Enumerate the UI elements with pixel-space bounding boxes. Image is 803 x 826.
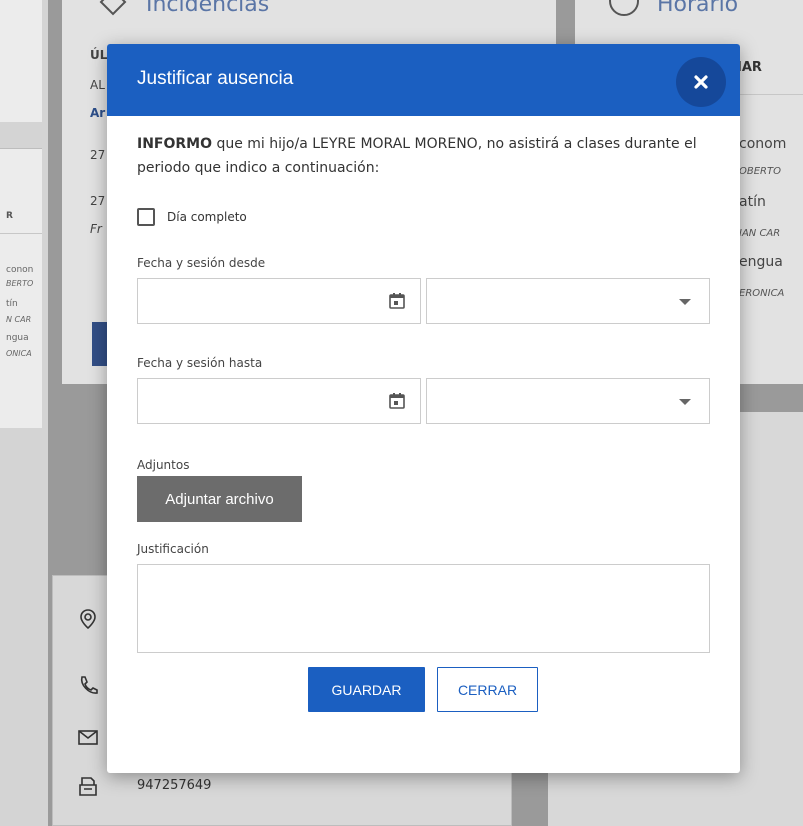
info-text: INFORMO que mi hijo/a LEYRE MORAL MORENO…	[137, 132, 697, 180]
left-schedule-item: tín	[6, 299, 18, 309]
left-schedule-panel: R conon BERTO tín N CAR ngua ONICA	[0, 148, 42, 428]
calendar-icon[interactable]	[388, 292, 406, 310]
close-icon	[694, 75, 708, 89]
justification-textarea[interactable]	[137, 564, 710, 653]
clock-icon	[609, 0, 639, 16]
full-day-label: Día completo	[167, 210, 247, 224]
incidencias-line: 27	[90, 194, 106, 208]
modal-title: Justificar ausencia	[137, 68, 294, 89]
to-date-field[interactable]	[137, 378, 421, 424]
divider	[0, 233, 42, 234]
from-session-select[interactable]	[426, 278, 710, 324]
horario-title: Horario	[657, 0, 739, 17]
incidencias-line: Ar	[90, 106, 106, 120]
close-modal-button[interactable]	[676, 57, 726, 107]
incidencias-title: Incidencias	[146, 0, 270, 17]
to-session-select[interactable]	[426, 378, 710, 424]
chevron-down-icon	[679, 299, 691, 305]
from-label: Fecha y sesión desde	[137, 256, 266, 270]
incidencias-line: AL	[90, 78, 105, 92]
left-schedule-header: R	[6, 211, 13, 221]
full-day-option: Día completo	[137, 208, 247, 226]
to-label: Fecha y sesión hasta	[137, 356, 263, 370]
close-button[interactable]: CERRAR	[437, 667, 538, 712]
left-top-panel	[0, 0, 42, 122]
horario-item: IAN CAR	[739, 228, 781, 239]
justification-label: Justificación	[137, 542, 209, 556]
mail-icon	[78, 730, 98, 745]
horario-item: ERONICA	[739, 288, 785, 299]
incidencias-line: ÚL	[90, 48, 108, 62]
info-body: que mi hijo/a LEYRE MORAL MORENO, no asi…	[137, 136, 697, 176]
horario-item: engua	[739, 254, 783, 270]
left-schedule-item: conon	[6, 265, 34, 275]
phone-icon	[80, 676, 98, 694]
fax-icon	[79, 777, 97, 796]
horario-item: atín	[739, 194, 766, 210]
chevron-down-icon	[679, 399, 691, 405]
left-schedule-item: ngua	[6, 333, 29, 343]
incidencias-line: 27	[90, 148, 106, 162]
horario-item: conom	[739, 136, 787, 152]
save-button[interactable]: GUARDAR	[308, 667, 425, 712]
location-icon	[80, 609, 96, 630]
horario-item: OBERTO	[739, 166, 781, 177]
calendar-icon[interactable]	[388, 392, 406, 410]
incidencias-line: Fr	[90, 222, 102, 236]
attachments-label: Adjuntos	[137, 458, 190, 472]
modal-header: Justificar ausencia	[107, 44, 740, 116]
from-date-input[interactable]	[138, 279, 378, 323]
left-schedule-item: N CAR	[6, 315, 32, 324]
to-date-input[interactable]	[138, 379, 378, 423]
attach-file-button[interactable]: Adjuntar archivo	[137, 476, 302, 522]
full-day-checkbox[interactable]	[137, 208, 155, 226]
justify-absence-modal: Justificar ausencia INFORMO que mi hijo/…	[107, 44, 740, 773]
fax-number: 947257649	[137, 778, 212, 793]
diamond-icon	[99, 0, 127, 16]
left-schedule-item: BERTO	[6, 279, 34, 288]
horario-header: IAR	[737, 60, 762, 75]
left-schedule-item: ONICA	[6, 349, 32, 358]
from-date-field[interactable]	[137, 278, 421, 324]
info-bold: INFORMO	[137, 136, 213, 152]
